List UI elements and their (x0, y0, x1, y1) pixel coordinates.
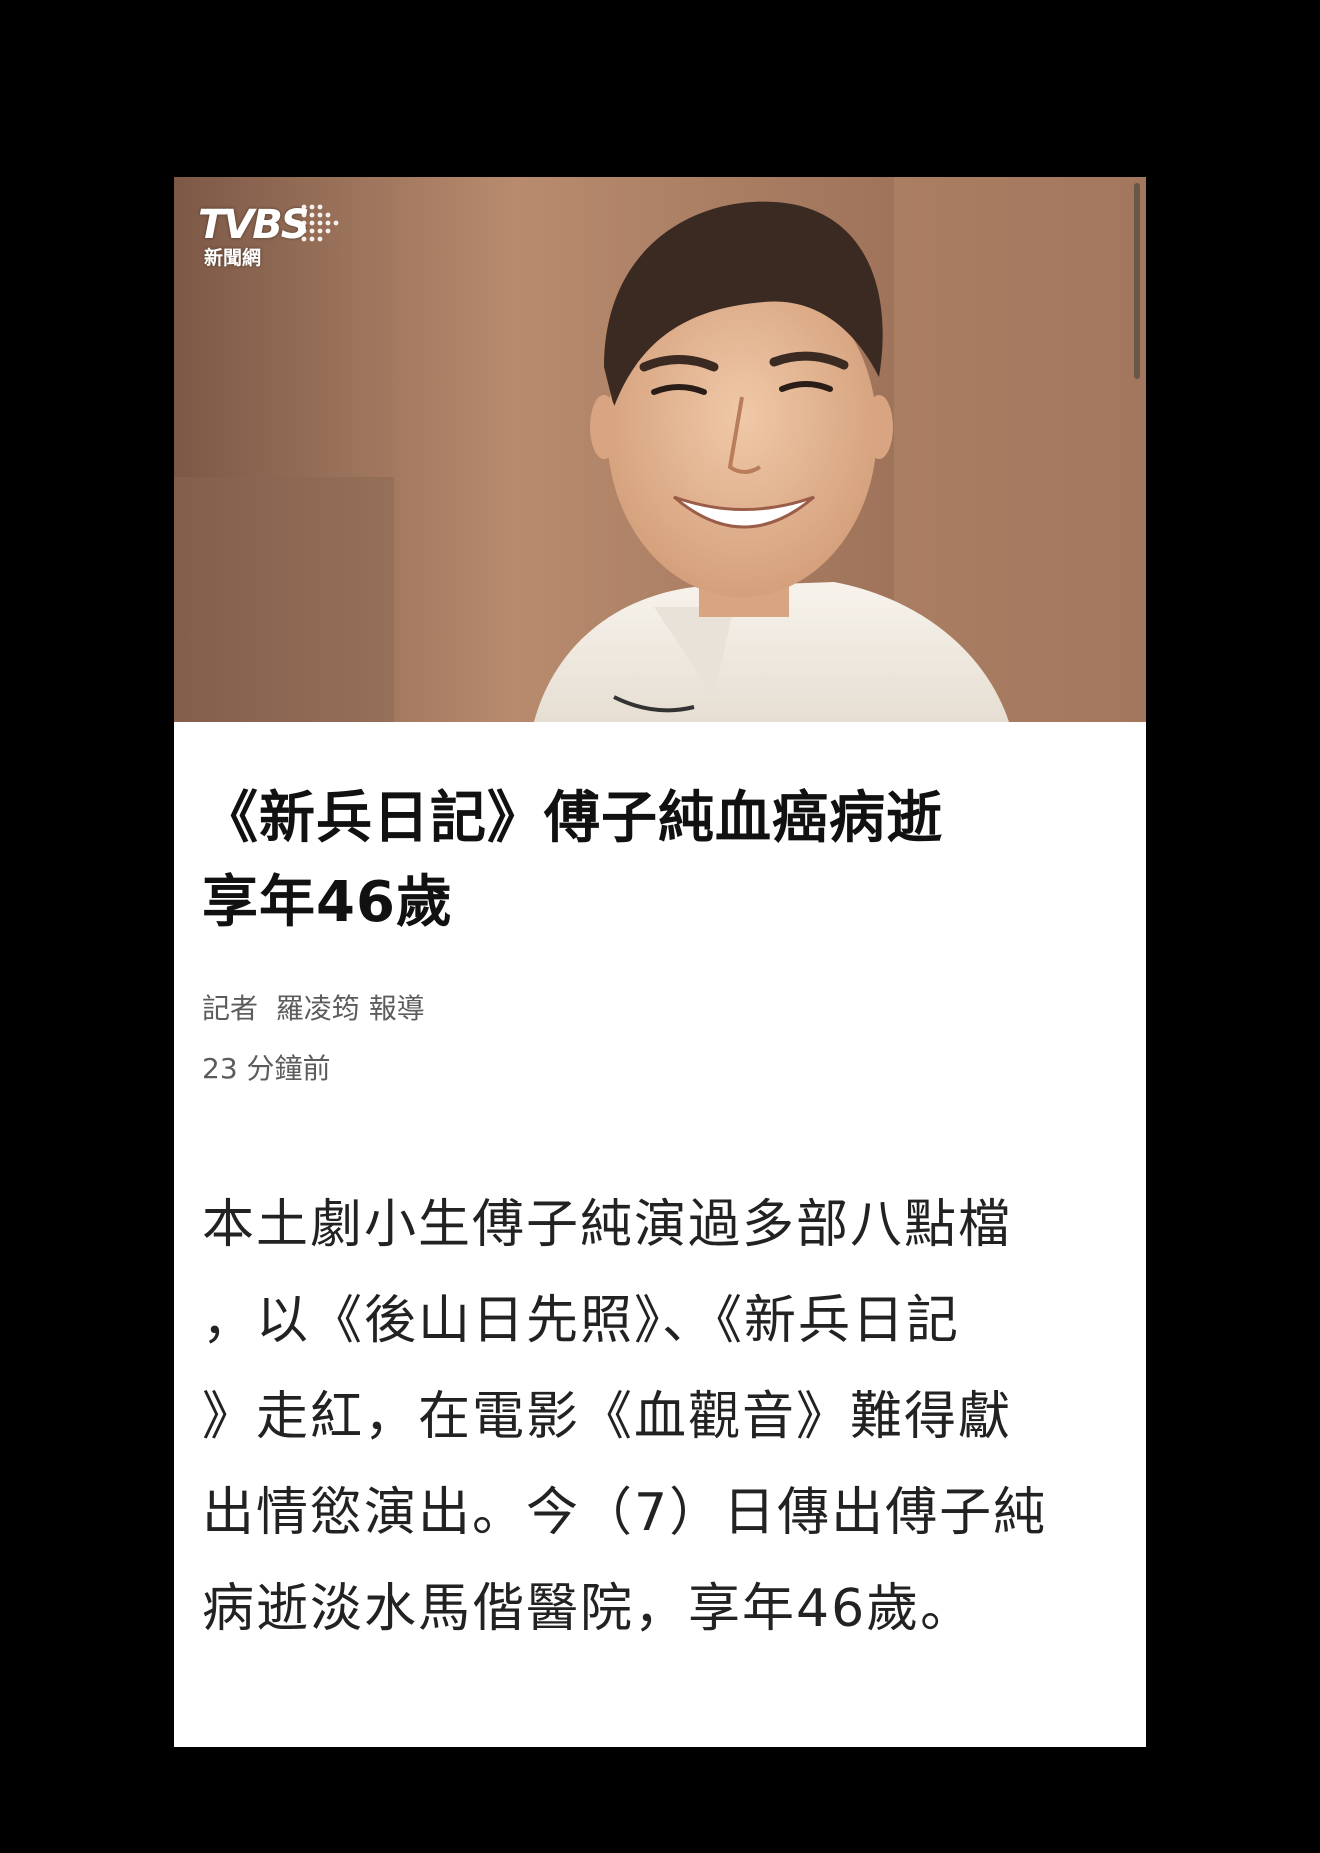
tvbs-logo-subtext: 新聞網 (204, 247, 262, 269)
article-byline: 記者 羅凌筠 報導 (202, 992, 425, 1025)
tvbs-news-logo: TVBS 新聞網 (196, 187, 356, 277)
article-card: TVBS 新聞網 《新兵日記》傅子純血癌病逝 享年46歲 記者 羅凌筠 報導 2… (174, 177, 1146, 1747)
article-timestamp: 23 分鐘前 (202, 1052, 331, 1085)
tvbs-logo-text: TVBS (198, 202, 310, 248)
headline-line-2: 享年46歲 (202, 870, 453, 935)
article-body: 本土劇小生傅子純演過多部八點檔 ，以《後山日先照》、《新兵日記 》走紅，在電影《… (202, 1195, 1048, 1639)
headline-line-1: 《新兵日記》傅子純血癌病逝 (202, 786, 943, 851)
hero-photo: TVBS 新聞網 (174, 177, 1146, 722)
scrollbar-thumb[interactable] (1134, 183, 1140, 379)
article-headline: 《新兵日記》傅子純血癌病逝 享年46歲 (202, 777, 1122, 945)
logo-dots-icon (301, 204, 339, 242)
screenshot-stage: TVBS 新聞網 《新兵日記》傅子純血癌病逝 享年46歲 記者 羅凌筠 報導 2… (0, 0, 1320, 1853)
